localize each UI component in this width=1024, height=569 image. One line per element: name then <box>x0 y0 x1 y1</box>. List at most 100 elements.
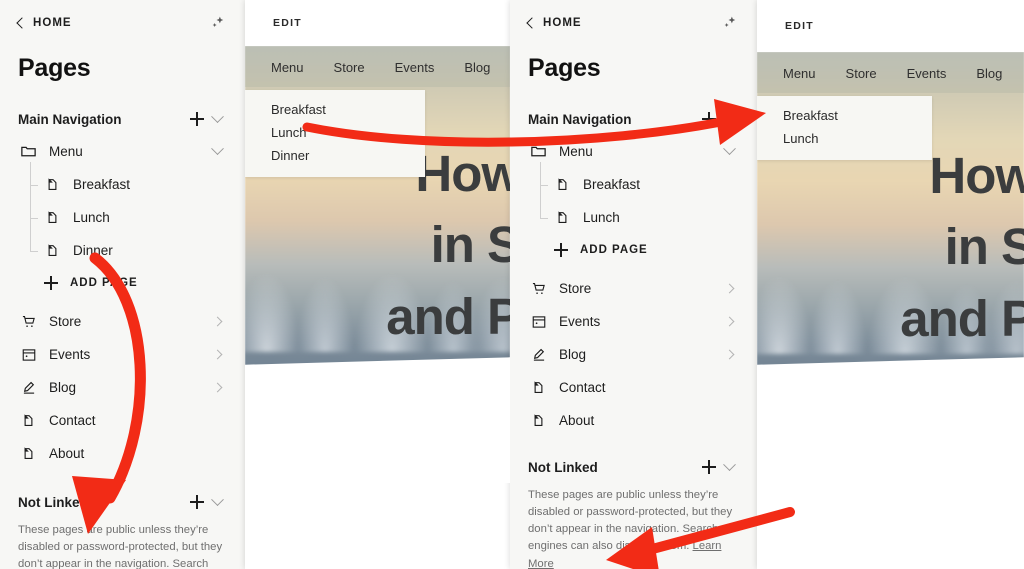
dropdown-item-lunch[interactable]: Lunch <box>245 121 425 144</box>
section-label: Not Linked <box>528 459 598 475</box>
page-icon <box>554 176 571 193</box>
page-icon <box>530 412 547 429</box>
chevron-down-icon[interactable] <box>719 457 739 477</box>
site-nav-item-blog[interactable]: Blog <box>464 60 510 75</box>
cart-icon <box>530 280 547 297</box>
site-nav-left: Menu Store Events Blog <box>245 46 510 87</box>
site-nav-item-menu[interactable]: Menu <box>783 66 846 81</box>
chevron-down-icon[interactable] <box>207 142 227 162</box>
add-page-plus-icon[interactable] <box>187 492 207 512</box>
page-icon <box>44 209 61 226</box>
nav-row-contact[interactable]: Contact <box>0 404 245 437</box>
site-nav-item-events[interactable]: Events <box>907 66 977 81</box>
page-icon <box>44 176 61 193</box>
pen-icon <box>530 346 547 363</box>
chevron-down-icon[interactable] <box>207 109 227 129</box>
chevron-right-icon[interactable] <box>207 345 227 365</box>
home-label: HOME <box>543 17 582 29</box>
site-nav-right: Menu Store Events Blog <box>757 52 1024 93</box>
chevron-down-icon[interactable] <box>719 142 739 162</box>
site-nav-item-menu[interactable]: Menu <box>271 60 334 75</box>
add-page-button[interactable]: ADD PAGE <box>510 234 757 266</box>
chevron-down-icon[interactable] <box>207 492 227 512</box>
not-linked-description: These pages are public unless they’re di… <box>0 512 245 569</box>
site-nav-item-blog[interactable]: Blog <box>976 66 1024 81</box>
sparkle-icon[interactable] <box>721 14 739 32</box>
add-page-plus-icon[interactable] <box>699 457 719 477</box>
edit-button[interactable]: EDIT <box>273 17 302 29</box>
nav-row-blog[interactable]: Blog <box>0 371 245 404</box>
nav-row-store[interactable]: Store <box>0 305 245 338</box>
nav-label: Store <box>49 314 82 329</box>
nav-row-store[interactable]: Store <box>510 272 757 305</box>
section-label: Main Navigation <box>18 111 122 127</box>
add-page-label: ADD PAGE <box>70 277 138 289</box>
nav-label: Store <box>559 281 592 296</box>
nav-label: Blog <box>559 347 587 362</box>
chevron-right-icon[interactable] <box>719 345 739 365</box>
section-label: Not Linked <box>18 494 88 510</box>
nav-row-breakfast[interactable]: Breakfast <box>0 168 245 201</box>
calendar-icon <box>530 313 547 330</box>
chevron-right-icon[interactable] <box>719 279 739 299</box>
chevron-right-icon[interactable] <box>207 378 227 398</box>
add-page-label: ADD PAGE <box>580 244 648 256</box>
nav-label: Events <box>559 314 601 329</box>
chevron-down-icon[interactable] <box>719 109 739 129</box>
nav-row-menu-folder[interactable]: Menu <box>0 135 245 168</box>
preview-edit-bar-left: EDIT <box>245 0 510 46</box>
nav-row-about[interactable]: About <box>0 437 245 470</box>
dropdown-item-dinner[interactable]: Dinner <box>245 144 425 167</box>
site-nav-item-store[interactable]: Store <box>846 66 907 81</box>
edit-button[interactable]: EDIT <box>785 20 814 32</box>
nav-label: Menu <box>49 144 83 159</box>
main-navigation-list: Menu Breakfast Lunch <box>510 135 757 437</box>
footer-area <box>757 391 1024 483</box>
section-label: Main Navigation <box>528 111 632 127</box>
add-page-plus-icon[interactable] <box>187 109 207 129</box>
sparkle-icon[interactable] <box>209 14 227 32</box>
site-preview-left: EDIT How in S and P Menu Store Events Bl… <box>245 0 510 569</box>
pages-sidebar-right: HOME Pages Main Navigation Menu Breakfas… <box>510 0 757 569</box>
nav-label: Events <box>49 347 91 362</box>
plus-icon <box>44 276 58 290</box>
back-to-home-link[interactable]: HOME <box>16 17 72 29</box>
nav-row-events[interactable]: Events <box>510 305 757 338</box>
dropdown-item-breakfast[interactable]: Breakfast <box>245 98 425 121</box>
nav-row-blog[interactable]: Blog <box>510 338 757 371</box>
chevron-right-icon[interactable] <box>719 312 739 332</box>
nav-row-lunch[interactable]: Lunch <box>510 201 757 234</box>
dropdown-item-lunch[interactable]: Lunch <box>757 127 932 150</box>
nav-label: Breakfast <box>583 177 641 192</box>
section-main-navigation: Main Navigation <box>0 109 245 129</box>
pages-sidebar-left: HOME Pages Main Navigation Menu Breakfas… <box>0 0 245 569</box>
nav-label: Dinner <box>73 243 113 258</box>
footer-area <box>245 391 510 483</box>
headline-line: and P <box>386 287 510 345</box>
nav-row-lunch[interactable]: Lunch <box>0 201 245 234</box>
preview-edit-bar-right: EDIT <box>757 0 1024 52</box>
menu-dropdown-left: Breakfast Lunch Dinner <box>245 90 425 177</box>
cart-icon <box>20 313 37 330</box>
nav-row-menu-folder[interactable]: Menu <box>510 135 757 168</box>
nav-row-about[interactable]: About <box>510 404 757 437</box>
back-to-home-link[interactable]: HOME <box>526 17 582 29</box>
hero-section-left: How in S and P Menu Store Events Blog Br… <box>245 46 510 483</box>
site-nav-item-events[interactable]: Events <box>395 60 465 75</box>
chevron-right-icon[interactable] <box>207 312 227 332</box>
dropdown-item-breakfast[interactable]: Breakfast <box>757 104 932 127</box>
not-linked-description: These pages are public unless they’re di… <box>510 477 757 569</box>
nav-row-dinner[interactable]: Dinner <box>0 234 245 267</box>
add-page-button[interactable]: ADD PAGE <box>0 267 245 299</box>
nav-row-contact[interactable]: Contact <box>510 371 757 404</box>
menu-dropdown-right: Breakfast Lunch <box>757 96 932 160</box>
sidebar-right-topbar: HOME <box>510 0 757 32</box>
section-main-navigation: Main Navigation <box>510 109 757 129</box>
add-page-plus-icon[interactable] <box>699 109 719 129</box>
main-navigation-list: Menu Breakfast Lunch <box>0 135 245 470</box>
site-nav-item-store[interactable]: Store <box>334 60 395 75</box>
nav-row-events[interactable]: Events <box>0 338 245 371</box>
pen-icon <box>20 379 37 396</box>
not-linked-text: These pages are public unless they’re di… <box>18 524 223 569</box>
nav-row-breakfast[interactable]: Breakfast <box>510 168 757 201</box>
